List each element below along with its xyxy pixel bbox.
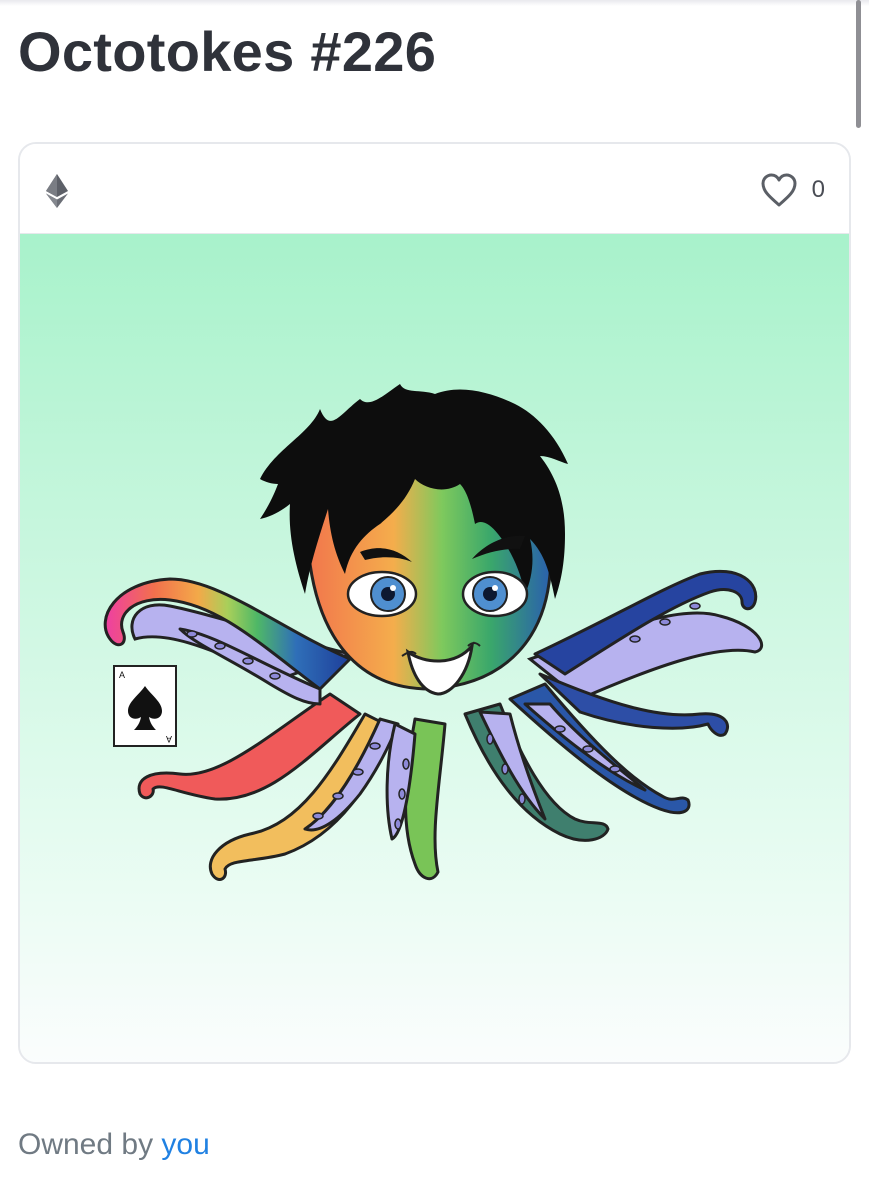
card-rank-bottom: A xyxy=(166,734,172,744)
scrollbar[interactable] xyxy=(856,0,861,128)
card-rank-top: A xyxy=(119,670,125,680)
favorite-count: 0 xyxy=(811,176,825,203)
ethereum-icon xyxy=(46,174,68,208)
item-card: 0 A A xyxy=(18,142,851,1064)
octopus-illustration: A A xyxy=(103,384,764,881)
nft-item-page: Octotokes #226 0 A A Owned by you xyxy=(0,0,869,1200)
owner-prefix: Owned by xyxy=(18,1128,154,1161)
favorite-button[interactable]: 0 xyxy=(760,170,825,210)
owner-line: Owned by you xyxy=(18,1128,210,1162)
page-title: Octotokes #226 xyxy=(18,20,437,83)
top-shadow xyxy=(0,0,869,6)
item-artwork[interactable]: A A xyxy=(20,234,849,1062)
card-header: 0 xyxy=(20,144,849,234)
heart-icon xyxy=(761,173,797,207)
owner-link[interactable]: you xyxy=(161,1128,209,1161)
ace-of-spades-card: A A xyxy=(113,665,177,747)
